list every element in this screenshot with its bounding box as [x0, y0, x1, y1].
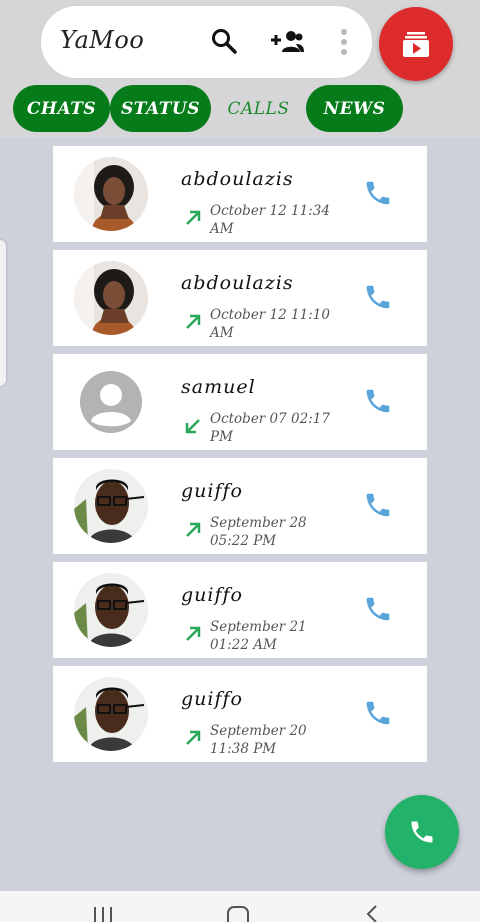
call-log-item[interactable]: abdoulazis October 12 11:34 AM [53, 146, 427, 242]
phone-icon[interactable] [363, 594, 393, 624]
tab-chats[interactable]: CHATS [13, 85, 110, 132]
back-icon[interactable] [362, 905, 380, 922]
phone-icon[interactable] [363, 386, 393, 416]
video-button[interactable] [379, 7, 453, 81]
contact-name: abdoulazis [181, 272, 294, 294]
top-bar: YaMoo CHATS STATUS CALLS NEWS [0, 0, 480, 138]
call-time: October 12 11:10 AM [210, 307, 330, 341]
more-vert-icon[interactable] [340, 28, 348, 56]
outgoing-call-icon [186, 522, 201, 537]
outgoing-call-icon [186, 730, 201, 745]
call-log-item[interactable]: guiffo September 28 05:22 PM [53, 458, 427, 554]
app-title: YaMoo [60, 26, 145, 54]
call-time: September 21 01:22 AM [210, 619, 307, 653]
call-time: September 20 11:38 PM [210, 723, 307, 757]
call-log-item[interactable]: samuel October 07 02:17 PM [53, 354, 427, 450]
contact-name: guiffo [181, 688, 243, 710]
avatar [74, 469, 148, 543]
tab-status[interactable]: STATUS [110, 85, 211, 132]
system-nav-bar [0, 891, 480, 922]
phone-icon[interactable] [363, 698, 393, 728]
phone-icon[interactable] [363, 282, 393, 312]
contact-name: samuel [181, 376, 256, 398]
phone-icon [411, 821, 433, 843]
contact-name: guiffo [181, 584, 243, 606]
side-edge-handle[interactable] [0, 240, 6, 386]
call-log-item[interactable]: guiffo September 21 01:22 AM [53, 562, 427, 658]
home-icon[interactable] [226, 905, 250, 922]
phone-icon[interactable] [363, 178, 393, 208]
call-log-item[interactable]: abdoulazis October 12 11:10 AM [53, 250, 427, 346]
outgoing-call-icon [186, 626, 201, 641]
call-time: October 07 02:17 PM [210, 411, 330, 445]
outgoing-call-icon [186, 314, 201, 329]
avatar [74, 573, 148, 647]
contact-name: abdoulazis [181, 168, 294, 190]
recent-apps-icon[interactable] [92, 905, 114, 922]
tab-calls[interactable]: CALLS [212, 85, 305, 132]
phone-icon[interactable] [363, 490, 393, 520]
call-time: September 28 05:22 PM [210, 515, 307, 549]
tab-news[interactable]: NEWS [306, 85, 403, 132]
add-person-icon[interactable] [270, 30, 304, 54]
video-icon [403, 32, 429, 57]
call-log-item[interactable]: guiffo September 20 11:38 PM [53, 666, 427, 762]
new-call-button[interactable] [385, 795, 459, 869]
avatar [74, 157, 148, 231]
contact-name: guiffo [181, 480, 243, 502]
avatar [74, 261, 148, 335]
default-avatar-icon [74, 365, 148, 439]
incoming-call-icon [185, 419, 200, 434]
avatar [74, 677, 148, 751]
call-time: October 12 11:34 AM [210, 203, 330, 237]
search-icon[interactable] [211, 28, 237, 54]
outgoing-call-icon [186, 210, 201, 225]
